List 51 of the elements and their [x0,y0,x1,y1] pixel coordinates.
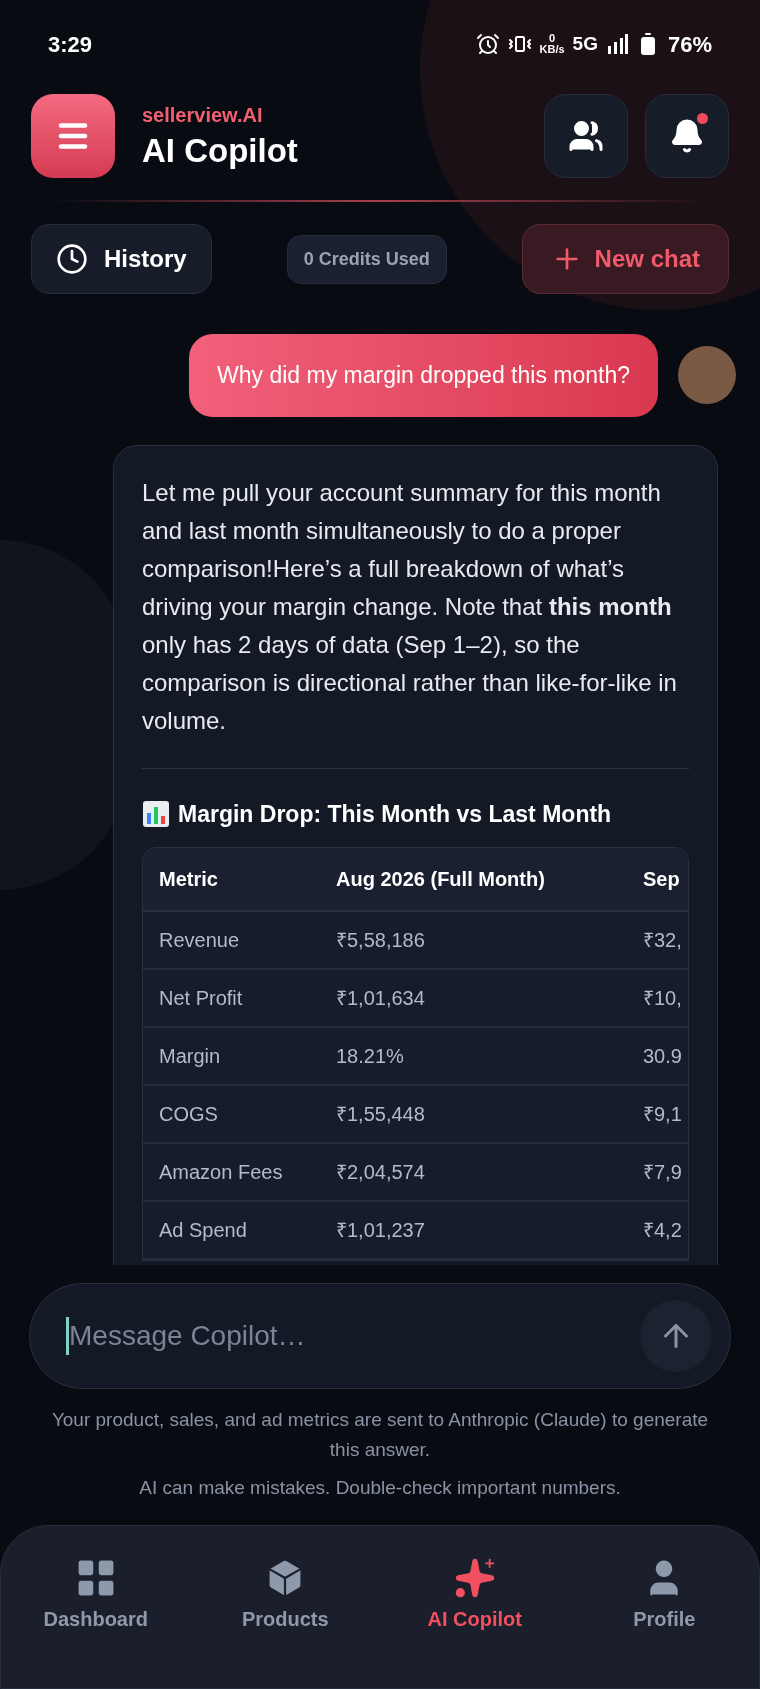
new-chat-button[interactable]: New chat [521,224,729,294]
table-cell: ₹1,01,237 [336,1219,425,1241]
net-speed-unit: KB/s [539,44,565,55]
table-cell: ₹1,55,448 [336,1103,425,1125]
history-button[interactable]: History [31,224,212,294]
table-cell: ₹7,9 [643,1161,682,1183]
users-icon [568,118,604,154]
table-cell: Amazon Fees [159,1161,283,1183]
notifications-button[interactable] [645,94,729,178]
message-input-field[interactable]: Message Copilot… [69,1315,640,1357]
table-cell: ₹4,2 [643,1219,682,1241]
users-button[interactable] [544,94,628,178]
table-cell: Ad Spend [159,1219,247,1241]
page-title: AI Copilot [142,131,298,172]
table-cell: Net Profit [159,987,243,1009]
table-cell: COGS [159,1103,218,1125]
column-header: Metric [159,868,218,890]
disclaimer-text: AI can make mistakes. Double-check important numbers. [139,1476,621,1500]
table-cell: Revenue [159,929,240,951]
disclaimer-text: Your product, sales, and ad metrics are sent to Anthropic (Claude) to generate this answer. [50,1408,710,1462]
message-composer[interactable]: Message Copilot… [29,1283,731,1389]
table-cell: ₹9,1 [643,1103,682,1125]
bell-icon [669,118,705,154]
alarm-icon [475,32,500,56]
net-speed: 0 [549,33,556,44]
nav-tab[interactable]: AI Copilot [380,1526,570,1664]
nav-tab[interactable]: Dashboard [1,1526,191,1664]
column-header: Sep [643,868,680,890]
section-heading: Margin Drop: This Month vs Last Month [178,799,612,829]
table-cell: 30.9 [643,1045,682,1067]
brand-name: sellerview.AI [142,103,264,129]
nav-tab[interactable]: Profile [569,1526,759,1664]
table-cell: ₹10, [643,987,682,1009]
table-cell: ₹1,01,634 [336,987,425,1009]
status-time: 3:29 [48,30,93,59]
user-message: Why did my margin dropped this month? [189,334,658,417]
signal-icon [605,33,628,55]
menu-button[interactable] [31,94,115,178]
nav-tab[interactable]: Products [190,1526,380,1664]
table-cell: 18.21% [336,1045,404,1067]
network-type: 5G [572,31,598,56]
assistant-message-text: Let me pull your account summary for this month and last month simultaneously to do a proper comparison!Here’s a full breakdown of what’s driving your margin change. Note that this month only has 2 days of data (Sep 1–2), so the comparison is directional rather than like-for-like in volume. [142,477,678,736]
table-cell: Margin [159,1045,221,1067]
table-cell: ₹32, [643,929,682,951]
column-header: Aug 2026 (Full Month) [336,868,545,890]
bar-chart-icon [142,799,170,828]
battery-level: 76% [667,30,712,59]
table-cell: ₹5,58,186 [336,929,425,951]
clock-icon [56,243,88,275]
table-cell: ₹2,04,574 [336,1161,425,1183]
credits-badge: 0 Credits Used [286,234,447,284]
